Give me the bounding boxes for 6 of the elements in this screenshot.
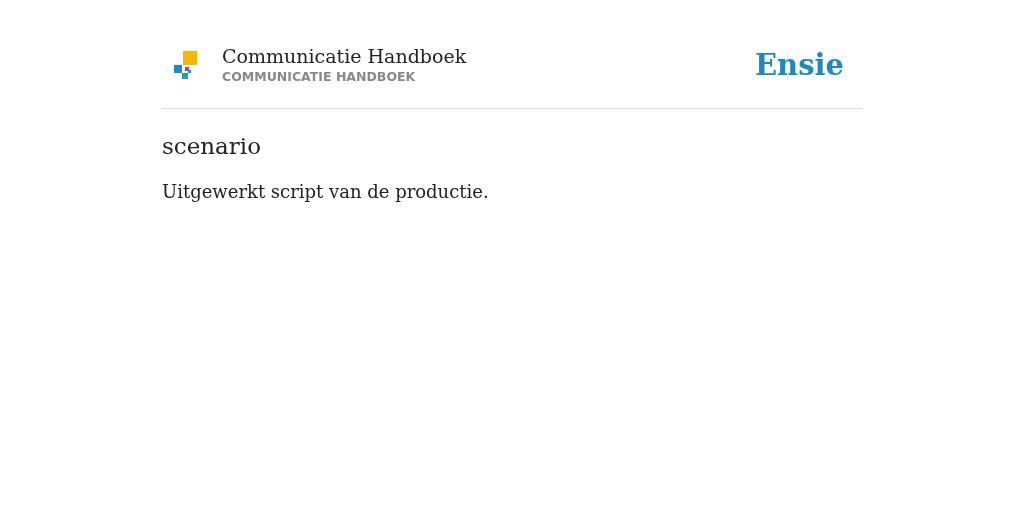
logo-icon [174, 50, 198, 81]
site-title: Communicatie Handboek [222, 44, 468, 68]
site-subtitle: COMMUNICATIE HANDBOEK [222, 67, 417, 86]
definition-text: Uitgewerkt script van de productie. [162, 180, 490, 205]
brand-logo[interactable]: Ensie [755, 44, 844, 88]
term-heading: scenario [162, 132, 263, 161]
